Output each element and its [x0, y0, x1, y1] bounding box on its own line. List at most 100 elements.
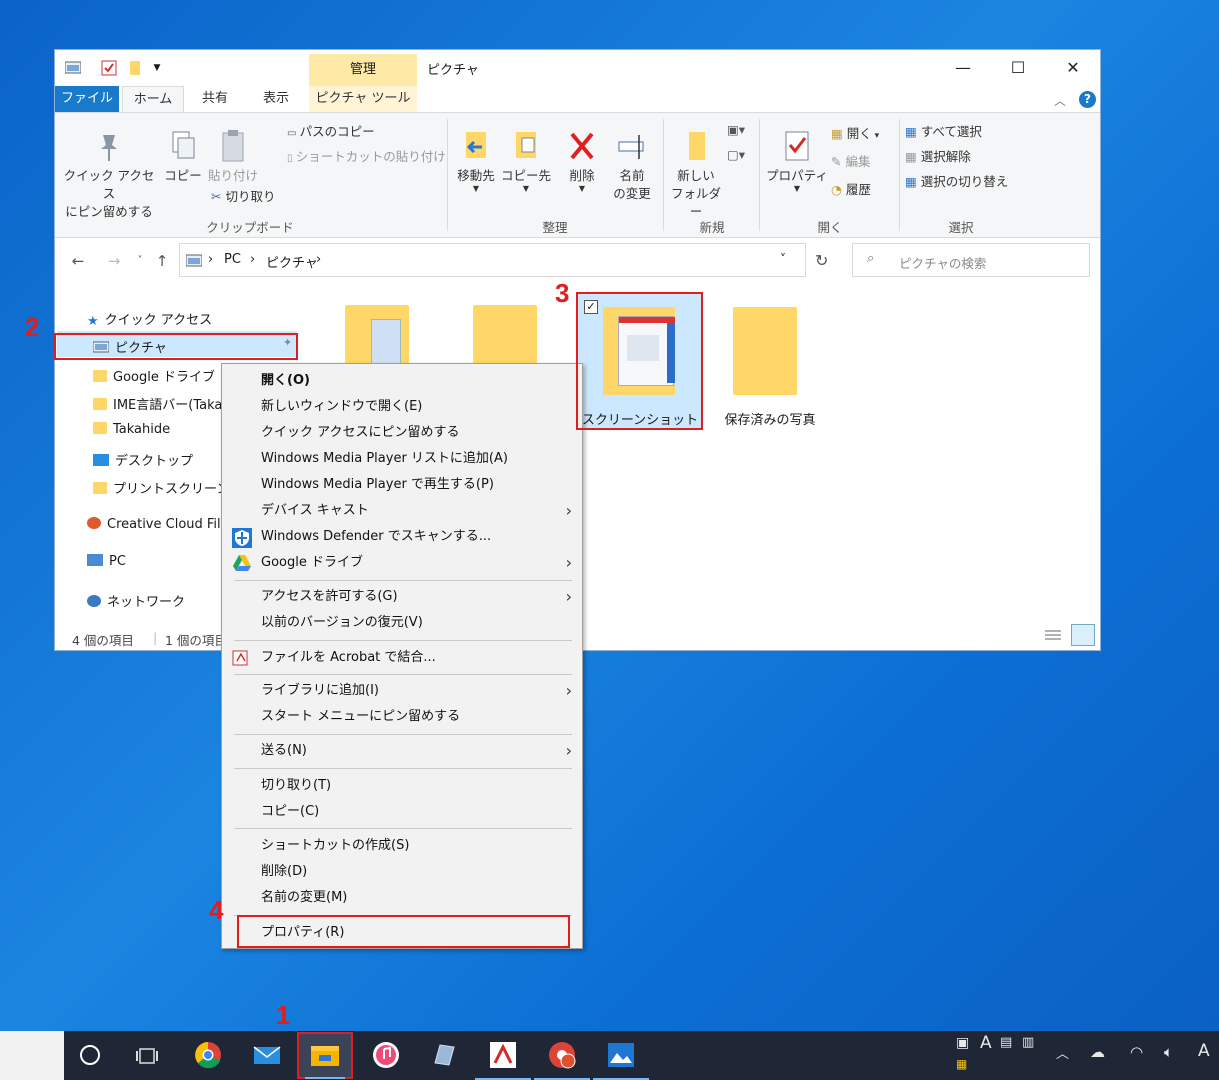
open-button[interactable]: ▦ 開く ▾: [831, 125, 879, 145]
address-bar[interactable]: › PC › ピクチャ › ˅: [179, 243, 806, 277]
menu-cast[interactable]: デバイス キャスト ›: [222, 498, 582, 524]
nav-quick-access[interactable]: ★ クイック アクセス: [87, 309, 212, 329]
app-icon[interactable]: [430, 1041, 458, 1069]
search-box[interactable]: ⌕ ピクチャの検索: [852, 243, 1090, 277]
large-icons-view-icon[interactable]: [1071, 624, 1095, 646]
pin-quick-access-button[interactable]: クイック アクセス にピン留めする: [61, 129, 157, 221]
help-icon[interactable]: ?: [1079, 91, 1096, 108]
menu-delete[interactable]: 削除(D): [222, 859, 582, 885]
copy-button[interactable]: コピー: [161, 129, 205, 185]
nav-google-drive[interactable]: Google ドライブ: [93, 366, 215, 385]
menu-open[interactable]: 開く(O): [222, 368, 582, 394]
onedrive-icon[interactable]: ☁: [1090, 1043, 1105, 1061]
edit-button[interactable]: ✎ 編集: [831, 153, 870, 171]
details-view-icon[interactable]: [1045, 628, 1061, 645]
paste-shortcut-icon: ▯: [287, 153, 296, 164]
menu-give-access[interactable]: アクセスを許可する(G) ›: [222, 584, 582, 610]
cut-button[interactable]: ✂ 切り取り: [211, 188, 275, 206]
tab-file[interactable]: ファイル: [55, 86, 119, 112]
mail-icon[interactable]: [253, 1041, 281, 1069]
paste-button[interactable]: 貼り付け: [207, 129, 259, 185]
ime-tray-indicator[interactable]: A: [980, 1033, 992, 1053]
tab-share[interactable]: 共有: [189, 86, 241, 112]
address-dropdown-icon[interactable]: ˅: [780, 252, 786, 266]
up-button[interactable]: ↑: [153, 252, 171, 270]
recent-locations-icon[interactable]: ˅: [131, 255, 149, 266]
easy-access-button[interactable]: ▢▾: [727, 146, 745, 164]
chrome-icon[interactable]: [194, 1041, 222, 1069]
tray-icon[interactable]: ▦: [956, 1057, 967, 1071]
qat-dropdown-icon[interactable]: ▼: [149, 60, 165, 76]
itunes-icon[interactable]: [372, 1041, 400, 1069]
tray-icon[interactable]: ▤: [1000, 1035, 1012, 1050]
menu-acrobat[interactable]: ファイルを Acrobat で結合...: [222, 645, 582, 671]
rename-button[interactable]: 名前 の変更: [607, 129, 657, 203]
tray-icon[interactable]: ▥: [1022, 1035, 1034, 1050]
copy-to-button[interactable]: コピー先 ▼: [501, 129, 551, 193]
task-view-icon[interactable]: [136, 1045, 164, 1073]
select-none-button[interactable]: ▦ 選択解除: [905, 148, 971, 166]
tab-picture-tools[interactable]: ピクチャ ツール: [309, 86, 417, 112]
nav-desktop[interactable]: デスクトップ: [93, 450, 193, 469]
nav-takahide[interactable]: Takahide: [93, 422, 170, 437]
breadcrumb-pictures[interactable]: ピクチャ: [266, 252, 318, 271]
close-button[interactable]: ✕: [1050, 54, 1096, 82]
file-explorer-taskbar-button[interactable]: [297, 1032, 353, 1079]
menu-send-to[interactable]: 送る(N) ›: [222, 738, 582, 764]
tray-icon[interactable]: ▣: [956, 1035, 969, 1051]
volume-icon[interactable]: 🔈︎: [1164, 1043, 1173, 1061]
menu-wmp-add[interactable]: Windows Media Player リストに追加(A): [222, 446, 582, 472]
menu-pin-start[interactable]: スタート メニューにピン留めする: [222, 704, 582, 730]
forward-button[interactable]: →: [105, 252, 123, 270]
cortana-icon[interactable]: [80, 1045, 100, 1065]
acrobat-taskbar-icon[interactable]: [475, 1041, 531, 1080]
menu-restore-previous[interactable]: 以前のバージョンの復元(V): [222, 610, 582, 636]
properties-button[interactable]: プロパティ ▼: [765, 129, 829, 193]
menu-rename[interactable]: 名前の変更(M): [222, 885, 582, 911]
properties-icon: [785, 131, 809, 161]
menu-defender[interactable]: Windows Defender でスキャンする...: [222, 524, 582, 550]
folder-saved-pictures[interactable]: 保存済みの写真: [715, 294, 839, 430]
chrome-profile-icon[interactable]: [534, 1041, 590, 1080]
nav-network[interactable]: ネットワーク: [87, 591, 185, 610]
back-button[interactable]: ←: [69, 252, 87, 270]
invert-selection-button[interactable]: ▦ 選択の切り替え: [905, 173, 1008, 191]
nav-ime[interactable]: IME言語バー(Taka: [93, 394, 222, 413]
minimize-button[interactable]: —: [940, 54, 986, 82]
show-hidden-icons-icon[interactable]: ︿: [1056, 1043, 1069, 1062]
nav-pc[interactable]: PC: [87, 554, 126, 569]
file-explorer-icon: [311, 1046, 339, 1066]
menu-google-drive[interactable]: Google ドライブ ›: [222, 550, 582, 576]
paste-shortcut-button[interactable]: ▯ ショートカットの貼り付け: [287, 148, 446, 168]
google-drive-icon: [232, 554, 252, 572]
new-folder-button[interactable]: 新しい フォルダー: [667, 129, 725, 221]
tab-home[interactable]: ホーム: [122, 86, 184, 112]
history-button[interactable]: ◔ 履歴: [831, 181, 871, 199]
window-title: ピクチャ: [427, 63, 479, 78]
delete-button[interactable]: 削除 ▼: [559, 129, 605, 193]
properties-qat-icon[interactable]: [101, 60, 117, 76]
move-to-button[interactable]: 移動先 ▼: [451, 129, 501, 193]
taskbar-search-area[interactable]: [0, 1031, 64, 1080]
wifi-icon[interactable]: ◠: [1130, 1043, 1143, 1061]
menu-open-new-window[interactable]: 新しいウィンドウで開く(E): [222, 394, 582, 420]
menu-create-shortcut[interactable]: ショートカットの作成(S): [222, 833, 582, 859]
tab-view[interactable]: 表示: [251, 86, 301, 112]
refresh-icon[interactable]: ↻: [815, 251, 828, 270]
nav-creative-cloud[interactable]: Creative Cloud File: [87, 517, 229, 532]
new-item-button[interactable]: ▣▾: [727, 121, 745, 139]
menu-pin-quick-access[interactable]: クイック アクセスにピン留めする: [222, 420, 582, 446]
new-folder-qat-icon[interactable]: [127, 60, 143, 76]
select-all-button[interactable]: ▦ すべて選択: [905, 123, 982, 141]
ribbon-collapse-icon[interactable]: ︿: [1054, 92, 1066, 109]
input-indicator[interactable]: A: [1198, 1041, 1210, 1061]
creative-cloud-icon: [87, 517, 101, 529]
copy-path-button[interactable]: ▭ パスのコピー: [287, 123, 375, 143]
photos-icon[interactable]: [593, 1041, 649, 1080]
menu-copy[interactable]: コピー(C): [222, 799, 582, 825]
menu-add-library[interactable]: ライブラリに追加(I) ›: [222, 678, 582, 704]
menu-wmp-play[interactable]: Windows Media Player で再生する(P): [222, 472, 582, 498]
maximize-button[interactable]: ☐: [995, 54, 1041, 82]
breadcrumb-pc[interactable]: PC: [224, 252, 241, 267]
menu-cut[interactable]: 切り取り(T): [222, 773, 582, 799]
